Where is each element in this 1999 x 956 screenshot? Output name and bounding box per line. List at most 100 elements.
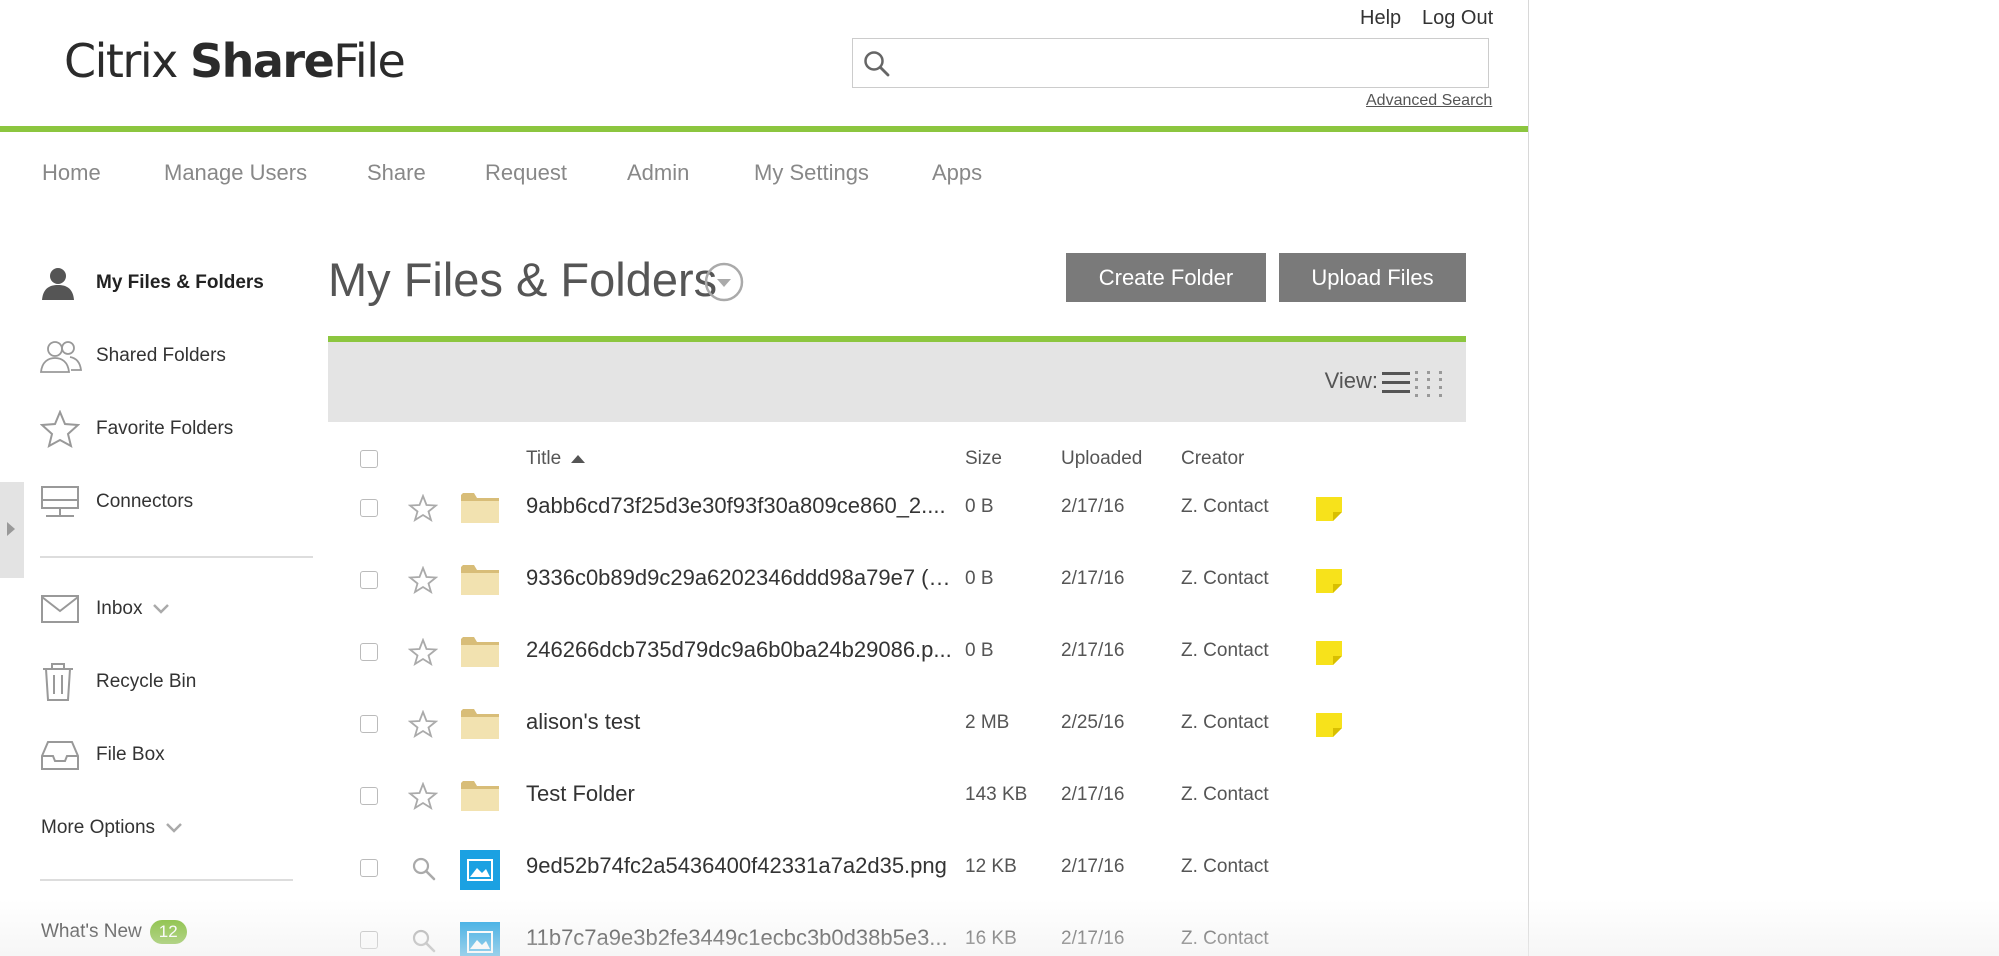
row-checkbox[interactable] — [360, 859, 378, 877]
table-row[interactable]: 9336c0b89d9c29a6202346ddd98a79e7 (1... 0 … — [328, 544, 1466, 616]
help-link[interactable]: Help — [1360, 7, 1401, 30]
file-size: 12 KB — [965, 856, 1017, 877]
sidebar-item-shared-folders[interactable]: Shared Folders — [40, 334, 226, 378]
table-row[interactable]: 11b7c7a9e3b2fe3449c1ecbc3b0d38b5e3... 16 … — [328, 904, 1466, 956]
note-icon[interactable] — [1316, 641, 1342, 670]
row-checkbox[interactable] — [360, 931, 378, 949]
create-folder-button[interactable]: Create Folder — [1066, 253, 1266, 302]
folder-icon — [460, 778, 500, 817]
sidebar-collapse-handle[interactable] — [0, 482, 24, 578]
column-header-creator[interactable]: Creator — [1181, 448, 1244, 470]
file-name-link[interactable]: alison's test — [526, 709, 958, 735]
upload-date: 2/17/16 — [1061, 640, 1125, 661]
sidebar-item-my-files[interactable]: My Files & Folders — [40, 261, 264, 305]
nav-my-settings[interactable]: My Settings — [754, 160, 869, 186]
favorite-star-icon[interactable] — [407, 709, 439, 743]
upload-date: 2/25/16 — [1061, 712, 1125, 733]
advanced-search-link[interactable]: Advanced Search — [1366, 92, 1492, 110]
row-checkbox[interactable] — [360, 643, 378, 661]
table-row[interactable]: 9ed52b74fc2a5436400f42331a7a2d35.png 12 K… — [328, 832, 1466, 904]
chevron-circle-down-icon[interactable] — [704, 262, 744, 302]
select-all-checkbox[interactable] — [360, 450, 378, 468]
file-size: 0 B — [965, 568, 994, 589]
more-options-label: More Options — [41, 817, 156, 838]
column-header-uploaded[interactable]: Uploaded — [1061, 448, 1142, 470]
sidebar-divider — [40, 879, 293, 881]
sidebar-item-recycle-bin[interactable]: Recycle Bin — [40, 660, 196, 704]
nav-apps[interactable]: Apps — [932, 160, 982, 186]
image-file-icon — [460, 922, 500, 956]
preview-icon[interactable] — [411, 928, 437, 956]
nav-manage-users[interactable]: Manage Users — [164, 160, 307, 186]
file-name-link[interactable]: 9ed52b74fc2a5436400f42331a7a2d35.png — [526, 853, 958, 879]
search-input[interactable] — [903, 47, 1473, 79]
favorite-star-icon[interactable] — [407, 565, 439, 599]
sidebar-item-favorite-folders[interactable]: Favorite Folders — [40, 407, 233, 451]
header-accent-bar — [0, 126, 1528, 132]
sidebar-item-label: Recycle Bin — [96, 671, 197, 692]
creator-name: Z. Contact — [1181, 784, 1269, 805]
sidebar-item-label: Connectors — [96, 491, 194, 512]
user-icon — [40, 263, 82, 303]
citrix-sharefile-logo[interactable]: Citrix ShareFile — [64, 34, 406, 88]
grid-view-icon[interactable] — [1414, 370, 1444, 398]
folder-icon — [460, 634, 500, 673]
upload-date: 2/17/16 — [1061, 856, 1125, 877]
upload-files-button[interactable]: Upload Files — [1279, 253, 1466, 302]
creator-name: Z. Contact — [1181, 928, 1269, 949]
file-name-link[interactable]: 246266dcb735d79dc9a6b0ba24b29086.p... — [526, 637, 958, 663]
table-row[interactable]: 246266dcb735d79dc9a6b0ba24b29086.p... 0 B… — [328, 616, 1466, 688]
nav-home[interactable]: Home — [42, 160, 101, 186]
sort-ascending-icon — [571, 455, 586, 463]
nav-share[interactable]: Share — [367, 160, 426, 186]
row-checkbox[interactable] — [360, 571, 378, 589]
sidebar-item-inbox[interactable]: Inbox — [40, 587, 170, 631]
file-size: 0 B — [965, 496, 994, 517]
favorite-star-icon[interactable] — [407, 493, 439, 527]
whats-new-link[interactable]: What's New 12 — [41, 910, 187, 954]
note-icon[interactable] — [1316, 713, 1342, 742]
file-table: Title Size Uploaded Creator 9abb6cd73f25… — [328, 422, 1466, 956]
list-view-icon[interactable] — [1382, 370, 1410, 396]
nav-request[interactable]: Request — [485, 160, 567, 186]
sidebar-item-file-box[interactable]: File Box — [40, 733, 165, 777]
table-row[interactable]: Test Folder 143 KB 2/17/16 Z. Contact — [328, 760, 1466, 832]
upload-date: 2/17/16 — [1061, 496, 1125, 517]
row-checkbox[interactable] — [360, 715, 378, 733]
file-name-link[interactable]: 9336c0b89d9c29a6202346ddd98a79e7 (1... — [526, 565, 958, 591]
upload-date: 2/17/16 — [1061, 784, 1125, 805]
preview-icon[interactable] — [411, 856, 437, 887]
favorite-star-icon[interactable] — [407, 637, 439, 671]
creator-name: Z. Contact — [1181, 856, 1269, 877]
row-checkbox[interactable] — [360, 499, 378, 517]
file-size: 2 MB — [965, 712, 1010, 733]
sidebar-item-connectors[interactable]: Connectors — [40, 480, 193, 524]
chevron-down-icon[interactable] — [152, 603, 170, 615]
favorite-star-icon[interactable] — [407, 781, 439, 815]
logout-link[interactable]: Log Out — [1422, 7, 1493, 30]
file-name-link[interactable]: 11b7c7a9e3b2fe3449c1ecbc3b0d38b5e3... — [526, 925, 958, 951]
file-size: 143 KB — [965, 784, 1028, 805]
creator-name: Z. Contact — [1181, 496, 1269, 517]
note-icon[interactable] — [1316, 497, 1342, 526]
file-name-link[interactable]: Test Folder — [526, 781, 958, 807]
users-icon — [40, 336, 82, 376]
view-toolbar: View: — [328, 342, 1466, 422]
search-box[interactable] — [852, 38, 1489, 88]
page-title: My Files & Folders — [328, 253, 718, 306]
sidebar-item-label: Shared Folders — [96, 345, 226, 366]
row-checkbox[interactable] — [360, 787, 378, 805]
column-header-size[interactable]: Size — [965, 448, 1002, 470]
note-icon[interactable] — [1316, 569, 1342, 598]
table-row[interactable]: 9abb6cd73f25d3e30f93f30a809ce860_2.... 0 … — [328, 472, 1466, 544]
table-row[interactable]: alison's test 2 MB 2/25/16 Z. Contact — [328, 688, 1466, 760]
file-name-link[interactable]: 9abb6cd73f25d3e30f93f30a809ce860_2.... — [526, 493, 958, 519]
folder-icon — [460, 562, 500, 601]
view-label: View: — [1324, 368, 1378, 393]
nav-admin[interactable]: Admin — [627, 160, 689, 186]
sidebar-divider — [40, 556, 313, 558]
column-header-title[interactable]: Title — [526, 448, 586, 470]
more-options-toggle[interactable]: More Options — [41, 806, 183, 850]
sidebar-item-label: My Files & Folders — [96, 272, 264, 293]
upload-date: 2/17/16 — [1061, 568, 1125, 589]
